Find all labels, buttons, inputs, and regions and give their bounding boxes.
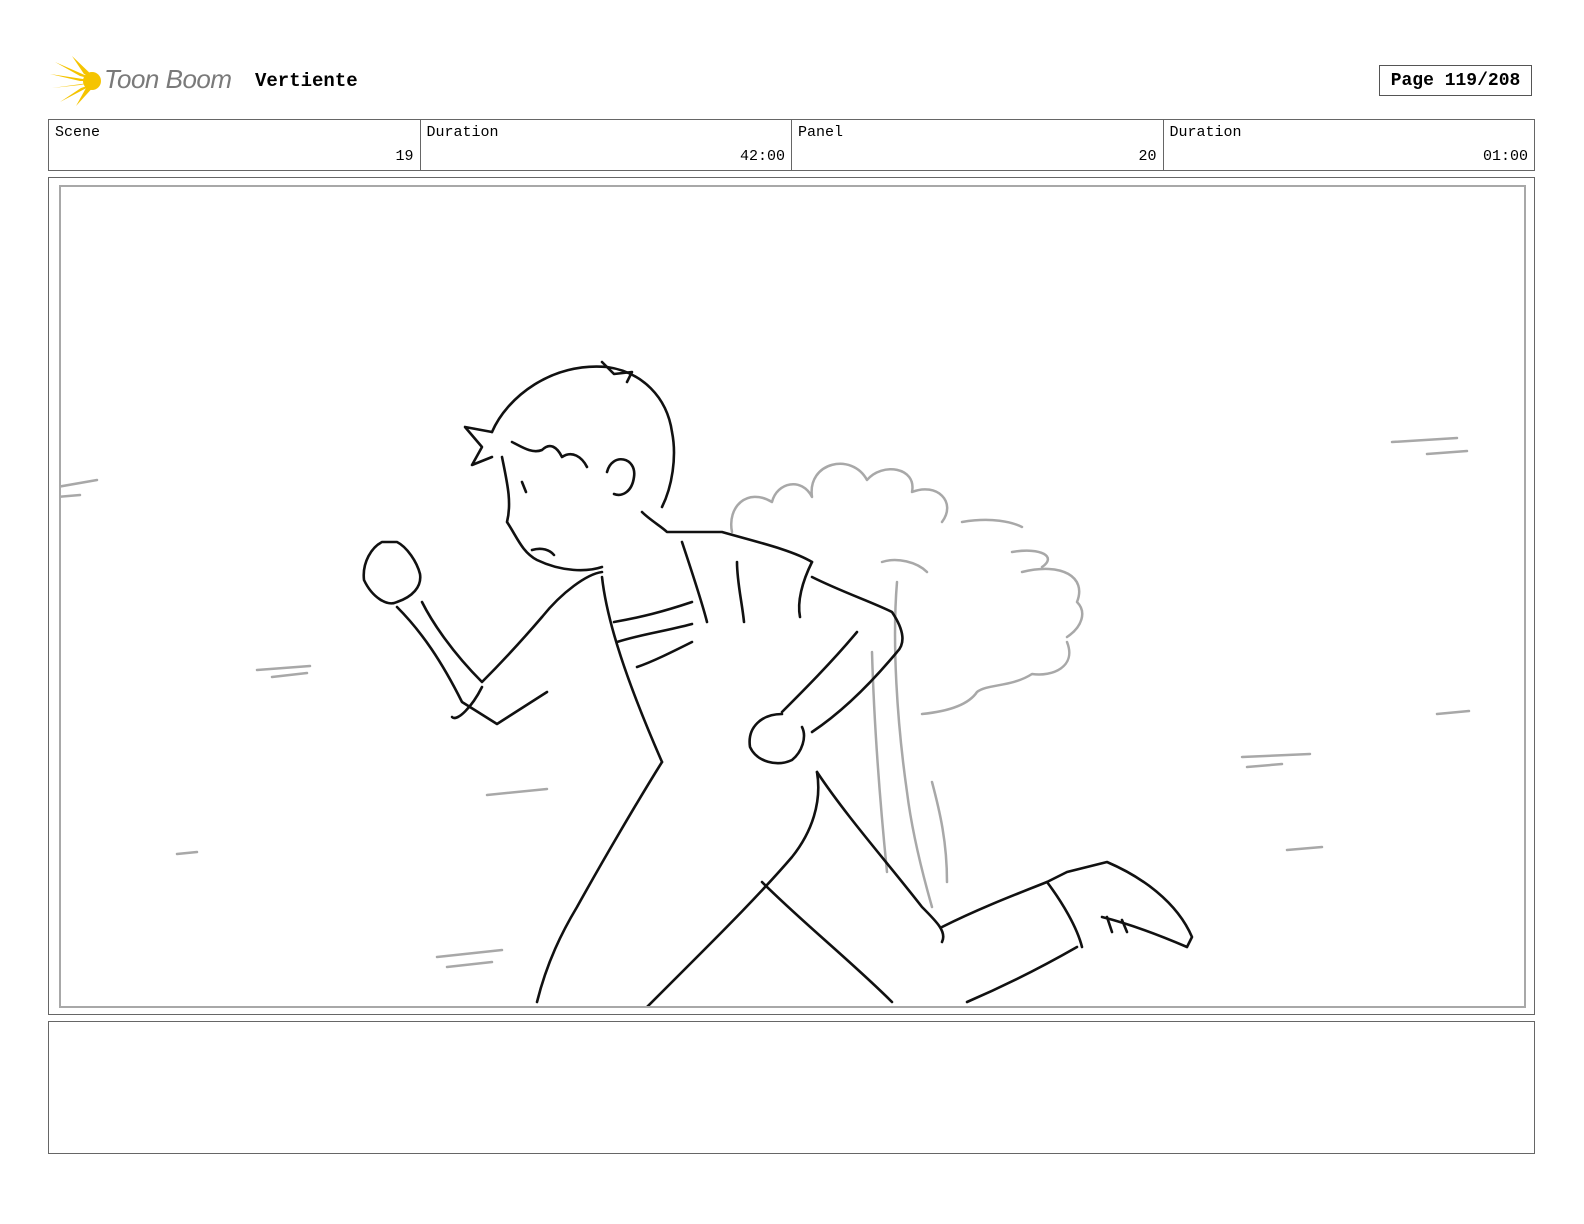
panel-label: Panel xyxy=(798,124,844,141)
scene-duration-label: Duration xyxy=(426,124,499,141)
panel-cell: Panel 20 xyxy=(792,120,1164,170)
logo-text: Toon Boom xyxy=(104,64,232,94)
page-indicator: Page 119/208 xyxy=(1379,65,1532,96)
project-title: Vertiente xyxy=(255,70,358,92)
panel-duration-label: Duration xyxy=(1169,124,1242,141)
scene-label: Scene xyxy=(55,124,101,141)
scene-cell: Scene 19 xyxy=(49,120,421,170)
info-table: Scene 19 Duration 42:00 Panel 20 Duratio… xyxy=(48,119,1535,171)
scene-duration-cell: Duration 42:00 xyxy=(421,120,792,170)
panel-duration-cell: Duration 01:00 xyxy=(1164,120,1535,170)
panel-value: 20 xyxy=(1138,148,1157,165)
sketch-running-boy-icon xyxy=(61,360,1471,1006)
burst-icon xyxy=(50,56,101,106)
panel-image xyxy=(59,185,1526,1008)
scene-value: 19 xyxy=(395,148,414,165)
panel-duration-value: 01:00 xyxy=(1482,148,1528,165)
notes-box xyxy=(48,1021,1535,1154)
scene-duration-value: 42:00 xyxy=(739,148,785,165)
